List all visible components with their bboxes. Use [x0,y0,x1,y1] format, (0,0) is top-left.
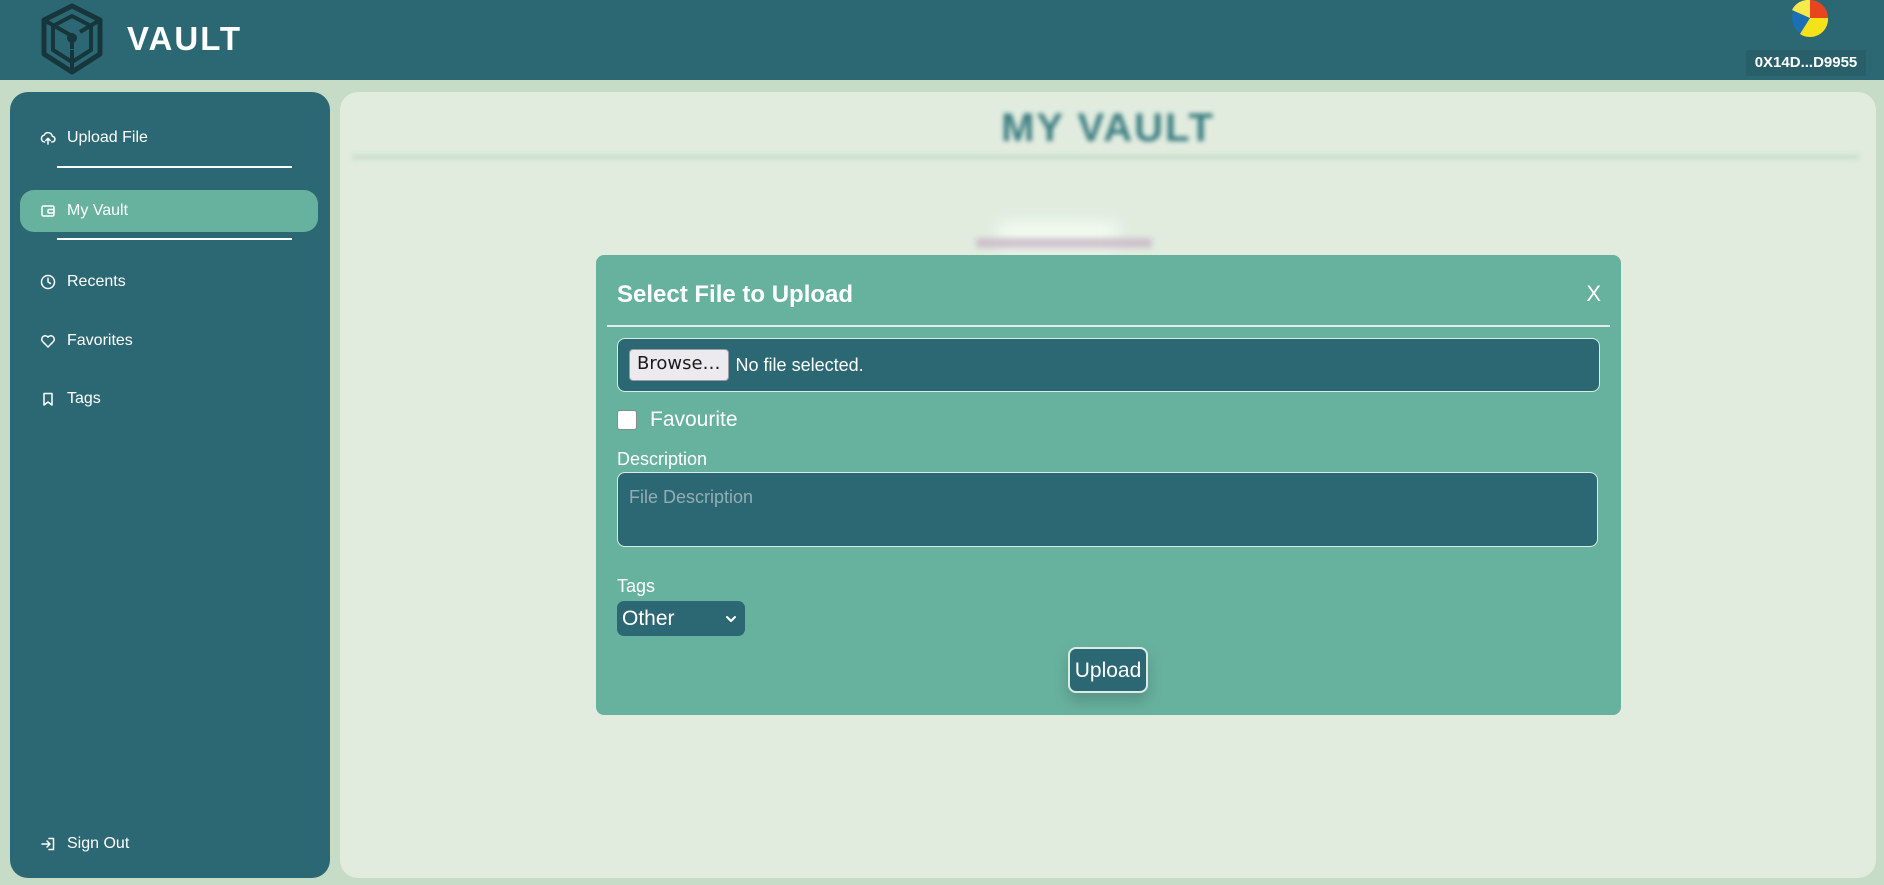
sidebar-item-label: Recents [67,273,126,290]
description-input[interactable] [617,472,1598,547]
sidebar-item-favorites[interactable]: Favorites [20,320,318,362]
cloud-upload-icon [40,130,56,146]
sign-out-button[interactable]: Sign Out [20,823,318,865]
description-label: Description [617,449,708,469]
favourite-checkbox[interactable] [617,410,637,430]
clock-icon [40,274,56,290]
upload-button[interactable]: Upload [1068,647,1148,693]
account-avatar-icon[interactable] [1788,0,1832,40]
sign-out-label: Sign Out [67,835,130,852]
modal-divider [607,325,1610,327]
chevron-down-icon [726,616,736,622]
close-button[interactable]: X [1586,281,1601,307]
tags-selected-value: Other [622,606,675,630]
blurred-content [976,238,1152,248]
sidebar: Upload File My Vault Recents Favorites T… [10,92,330,878]
account-address: 0X14D...D9955 [1746,50,1866,76]
file-status-text: No file selected. [735,354,864,375]
app-title: VAULT [127,20,243,57]
title-divider [352,154,1860,160]
browse-button[interactable]: Browse… [629,349,729,381]
modal-title: Select File to Upload [617,281,854,308]
favourite-label: Favourite [650,408,738,431]
sidebar-item-upload-file[interactable]: Upload File [20,117,318,159]
bookmark-icon [40,391,56,407]
sidebar-item-label: Tags [67,390,101,407]
sidebar-item-label: My Vault [67,202,129,219]
tags-label: Tags [617,576,656,596]
sidebar-item-tags[interactable]: Tags [20,378,318,420]
favourite-row: Favourite [617,408,738,432]
vault-logo-icon [41,3,103,75]
sidebar-item-label: Upload File [67,129,148,146]
sidebar-divider [57,166,292,168]
upload-modal: Select File to Upload X Browse… No file … [596,255,1621,715]
sidebar-item-my-vault[interactable]: My Vault [20,190,318,232]
sidebar-item-recents[interactable]: Recents [20,261,318,303]
sign-out-icon [40,836,56,852]
top-bar: VAULT 0X14D...D9955 [0,0,1884,80]
sidebar-item-label: Favorites [67,332,133,349]
account-widget[interactable]: 0X14D...D9955 [1746,0,1866,80]
tags-select[interactable]: Other [617,601,745,636]
wallet-icon [40,203,56,219]
heart-icon [40,333,56,349]
file-input[interactable]: Browse… No file selected. [617,338,1600,392]
sidebar-divider [57,238,292,240]
page-title: MY VAULT [1001,106,1215,150]
